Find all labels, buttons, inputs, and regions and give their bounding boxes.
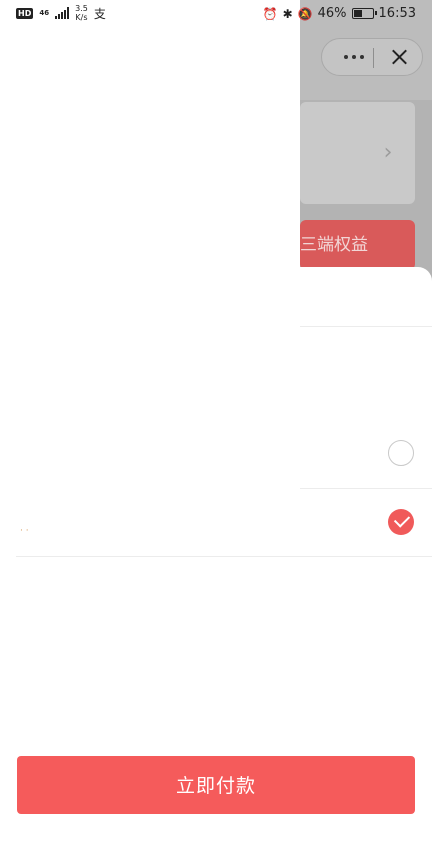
network-speed: 3.5 K/s bbox=[75, 4, 88, 22]
payment-option-radio-selected[interactable] bbox=[388, 509, 414, 535]
battery-icon bbox=[351, 8, 377, 19]
battery-percent: 46% bbox=[317, 6, 347, 21]
bluetooth-icon: ✱ bbox=[282, 6, 293, 21]
hd-icon: HD bbox=[16, 7, 34, 19]
background-banner: 三端权益 bbox=[300, 220, 415, 270]
network-type: 46 bbox=[39, 8, 50, 17]
chevron-right-icon: › bbox=[383, 140, 393, 165]
blank-panel bbox=[0, 0, 300, 490]
payment-option-icon: · · bbox=[20, 526, 29, 536]
divider bbox=[16, 556, 432, 557]
clock: 16:53 bbox=[378, 6, 416, 21]
close-icon[interactable] bbox=[382, 39, 418, 75]
payment-option-radio-unselected[interactable] bbox=[388, 440, 414, 466]
capsule-menu bbox=[321, 38, 423, 76]
alipay-icon: 支 bbox=[93, 6, 106, 21]
more-dots-icon[interactable] bbox=[334, 39, 374, 75]
status-bar: HD 46 3.5 K/s 支 ⏰ ✱ 🔕 46% 16:53 bbox=[0, 0, 432, 28]
signal-icon bbox=[55, 7, 70, 19]
background-card: › bbox=[300, 102, 415, 204]
mute-icon: 🔕 bbox=[297, 6, 313, 21]
alarm-icon: ⏰ bbox=[262, 6, 278, 21]
pay-now-button[interactable]: 立即付款 bbox=[17, 756, 415, 814]
capsule-divider bbox=[373, 48, 374, 68]
